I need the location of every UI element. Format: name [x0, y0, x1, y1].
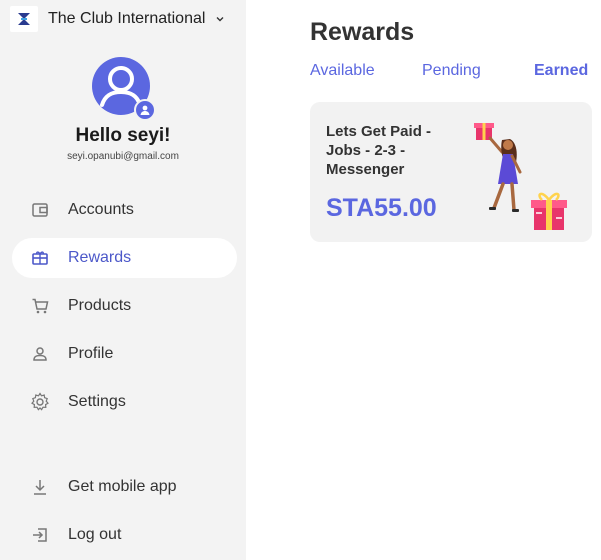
reward-card[interactable]: Lets Get Paid - Jobs - 2-3 - Messenger S… — [310, 102, 592, 242]
person-icon — [30, 344, 50, 364]
page-title: Rewards — [310, 18, 415, 46]
sidebar-item-label: Rewards — [68, 249, 132, 266]
app-root: The Club International Hello seyi! seyi.… — [0, 0, 601, 560]
sidebar-item-profile[interactable]: Profile — [12, 334, 237, 374]
reward-title: Lets Get Paid - Jobs - 2-3 - Messenger — [326, 123, 432, 178]
sidebar-item-label: Accounts — [68, 201, 134, 218]
account-badge-icon — [134, 99, 156, 121]
sidebar-item-label: Log out — [68, 526, 122, 543]
tab-pending[interactable]: Pending — [422, 62, 481, 80]
gear-icon — [30, 392, 50, 412]
user-email: seyi.opanubi@gmail.com — [67, 151, 179, 162]
sidebar-item-label: Products — [68, 297, 132, 314]
sidebar-item-products[interactable]: Products — [12, 286, 237, 326]
sidebar-item-label: Get mobile app — [68, 478, 177, 495]
sidebar-item-accounts[interactable]: Accounts — [12, 190, 237, 230]
download-icon — [30, 477, 50, 497]
reward-amount: STA55.00 — [326, 194, 437, 222]
sidebar-item-rewards[interactable]: Rewards — [12, 238, 237, 278]
sidebar-item-log-out[interactable]: Log out — [12, 515, 237, 555]
org-logo-icon — [10, 6, 38, 32]
gift-card-icon — [30, 248, 50, 268]
logout-icon — [30, 525, 50, 545]
org-name: The Club International — [48, 10, 206, 27]
tab-available[interactable]: Available — [310, 62, 375, 80]
greeting: Hello seyi! — [75, 125, 171, 146]
sidebar-item-get-mobile-app[interactable]: Get mobile app — [12, 467, 237, 507]
tab-earned[interactable]: Earned — [534, 62, 588, 80]
sidebar: The Club International Hello seyi! seyi.… — [0, 0, 246, 560]
woman-with-gifts-illustration — [474, 123, 567, 230]
sidebar-item-label: Profile — [68, 345, 114, 362]
avatar[interactable] — [92, 57, 156, 121]
main-content: Rewards Available Pending Earned Lets Ge… — [246, 0, 601, 560]
sidebar-item-settings[interactable]: Settings — [12, 382, 237, 422]
chevron-down-icon — [216, 17, 224, 22]
wallet-icon — [30, 200, 50, 220]
org-switcher[interactable]: The Club International — [10, 6, 225, 32]
sidebar-item-label: Settings — [68, 393, 126, 410]
cart-icon — [30, 296, 50, 316]
